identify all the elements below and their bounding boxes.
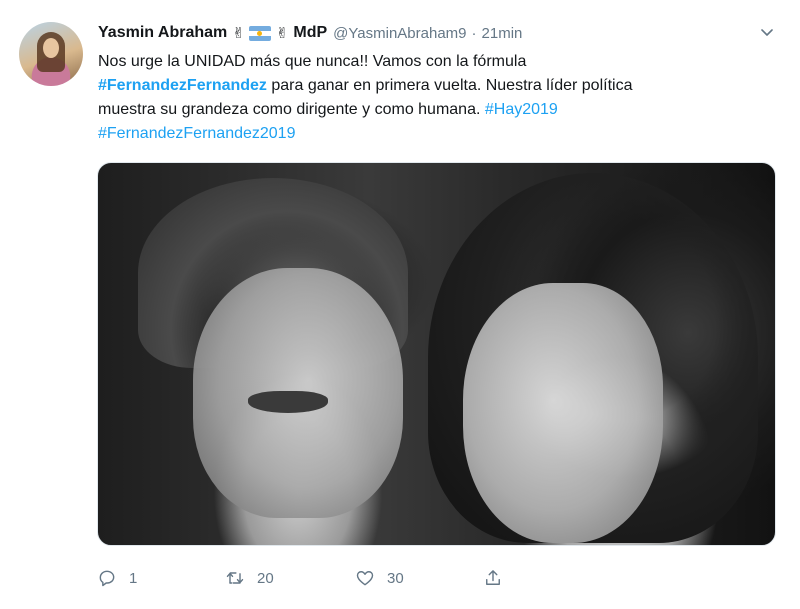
separator-dot: · (471, 24, 477, 42)
reply-icon (99, 570, 115, 587)
retweet-icon (226, 572, 244, 584)
chevron-down-icon[interactable] (759, 24, 775, 40)
argentina-flag-icon (248, 25, 271, 41)
hashtag-link[interactable]: #FernandezFernandez2019 (98, 125, 295, 142)
retweet-count: 20 (257, 569, 274, 587)
heart-icon (356, 571, 374, 586)
victory-hand-emoji: ✌ (232, 25, 245, 42)
victory-hand-emoji: ✌ (275, 25, 289, 42)
like-count: 30 (387, 569, 404, 587)
photo-figure-left-mustache (248, 391, 328, 413)
author-handle[interactable]: @YasminAbraham9 (333, 25, 466, 42)
author-name-suffix[interactable]: MdP (293, 24, 327, 42)
retweet-button[interactable]: 20 (225, 566, 274, 590)
author-name[interactable]: Yasmin Abraham (98, 24, 227, 42)
like-button[interactable]: 30 (355, 566, 404, 590)
hashtag-link[interactable]: #FernandezFernandez (98, 77, 267, 94)
tweet-header: Yasmin Abraham ✌ ✌ MdP @YasminAbraham9 ·… (98, 22, 522, 44)
photo-figure-right-face (463, 283, 663, 543)
tweet-text-fragment: muestra su grandeza como dirigente y com… (98, 101, 485, 118)
tweet-text-line: #FernandezFernandez2019 (98, 122, 778, 146)
avatar[interactable] (19, 22, 83, 86)
tweet-timestamp[interactable]: 21min (482, 25, 523, 42)
share-button[interactable] (483, 566, 503, 590)
tweet-photo[interactable] (97, 162, 776, 546)
tweet-text-line: Nos urge la UNIDAD más que nunca!! Vamos… (98, 53, 527, 70)
hashtag-link[interactable]: #Hay2019 (485, 101, 558, 118)
tweet-text-line: #FernandezFernandez para ganar en primer… (98, 74, 778, 98)
tweet-text-line: muestra su grandeza como dirigente y com… (98, 98, 778, 122)
reply-count: 1 (129, 569, 138, 587)
tweet[interactable]: Yasmin Abraham ✌ ✌ MdP @YasminAbraham9 ·… (0, 0, 800, 609)
tweet-actions: 1 20 30 (97, 566, 527, 590)
avatar-face (43, 38, 59, 58)
reply-button[interactable]: 1 (97, 566, 137, 590)
tweet-text-fragment: para ganar en primera vuelta. Nuestra lí… (266, 77, 633, 94)
share-icon (486, 570, 500, 585)
tweet-text: Nos urge la UNIDAD más que nunca!! Vamos… (98, 50, 778, 146)
